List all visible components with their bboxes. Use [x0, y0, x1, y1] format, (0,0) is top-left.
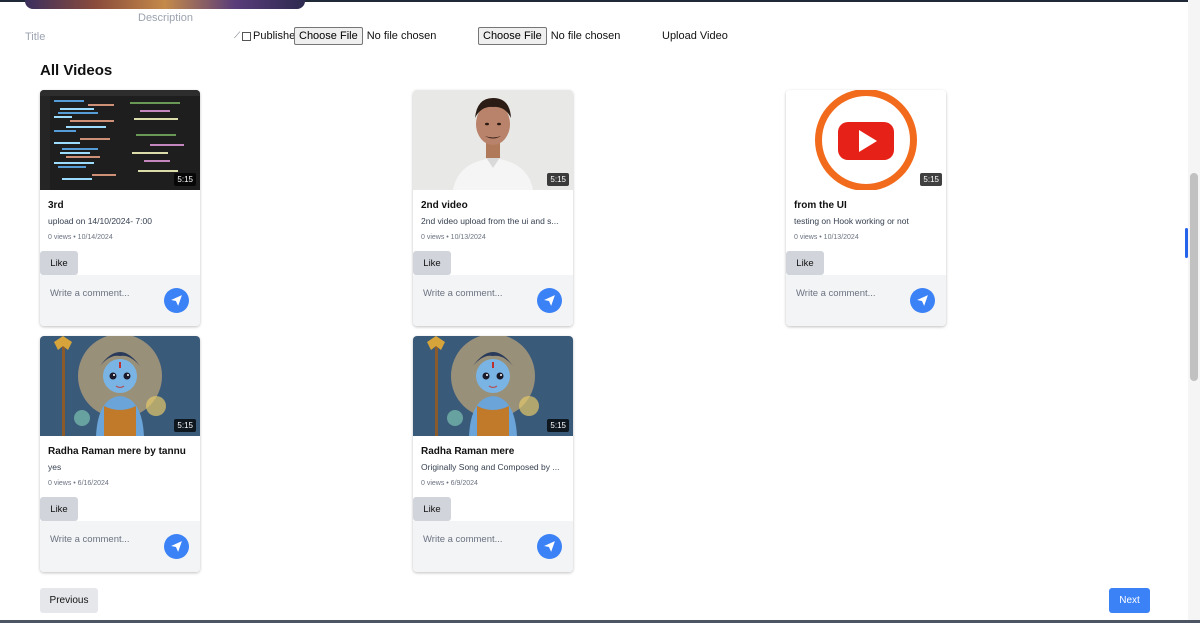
section-title: All Videos — [40, 62, 113, 79]
send-comment-button[interactable] — [537, 288, 562, 313]
video-meta: 0 views • 10/13/2024 — [421, 234, 486, 241]
video-card[interactable]: 5:15 Radha Raman mere Originally Song an… — [413, 336, 573, 572]
video-file-input[interactable]: Choose File No file chosen — [478, 27, 620, 45]
choose-video-button[interactable]: Choose File — [478, 27, 547, 45]
duration-badge: 5:15 — [547, 173, 569, 186]
comment-box: Write a comment... — [413, 521, 573, 572]
comment-input[interactable]: Write a comment... — [50, 288, 130, 299]
video-thumbnail[interactable]: 5:15 — [40, 90, 200, 190]
video-file-status: No file chosen — [550, 30, 621, 42]
send-icon — [171, 295, 182, 306]
video-card[interactable]: 5:15 Radha Raman mere by tannu yes 0 vie… — [40, 336, 200, 572]
banner-image — [25, 0, 305, 9]
duration-badge: 5:15 — [174, 173, 196, 186]
send-icon — [917, 295, 928, 306]
comment-box: Write a comment... — [40, 275, 200, 326]
send-comment-button[interactable] — [910, 288, 935, 313]
next-page-button[interactable]: Next — [1109, 588, 1150, 613]
comment-input[interactable]: Write a comment... — [423, 534, 503, 545]
video-thumbnail[interactable]: 5:15 — [413, 336, 573, 436]
send-comment-button[interactable] — [537, 534, 562, 559]
video-description: testing on Hook working or not — [794, 216, 909, 226]
video-card[interactable]: 5:15 from the UI testing on Hook working… — [786, 90, 946, 326]
send-comment-button[interactable] — [164, 534, 189, 559]
scrollbar-thumb[interactable] — [1190, 173, 1198, 381]
video-thumbnail[interactable]: 5:15 — [40, 336, 200, 436]
title-input[interactable]: Title — [25, 31, 45, 43]
video-title[interactable]: 3rd — [48, 200, 64, 211]
video-meta: 0 views • 10/14/2024 — [48, 234, 113, 241]
video-title[interactable]: Radha Raman mere by tannu — [48, 446, 186, 457]
video-title[interactable]: Radha Raman mere — [421, 446, 514, 457]
comment-box: Write a comment... — [786, 275, 946, 326]
send-icon — [171, 541, 182, 552]
thumbnail-file-input[interactable]: Choose File No file chosen — [294, 27, 436, 45]
send-comment-button[interactable] — [164, 288, 189, 313]
comment-input[interactable]: Write a comment... — [50, 534, 130, 545]
video-card[interactable]: 5:15 2nd video 2nd video upload from the… — [413, 90, 573, 326]
duration-badge: 5:15 — [174, 419, 196, 432]
video-description: 2nd video upload from the ui and s... — [421, 216, 559, 226]
previous-page-button[interactable]: Previous — [40, 588, 98, 613]
video-meta: 0 views • 6/9/2024 — [421, 480, 478, 487]
send-icon — [544, 541, 555, 552]
video-thumbnail[interactable]: 5:15 — [413, 90, 573, 190]
video-card[interactable]: 5:15 3rd upload on 14/10/2024- 7:00 0 vi… — [40, 90, 200, 326]
upload-video-button[interactable]: Upload Video — [662, 30, 728, 42]
video-title[interactable]: 2nd video — [421, 200, 468, 211]
video-meta: 0 views • 10/13/2024 — [794, 234, 859, 241]
duration-badge: 5:15 — [920, 173, 942, 186]
video-description: yes — [48, 462, 62, 472]
textarea-resize-icon[interactable]: ⟋ — [234, 30, 240, 41]
like-button[interactable]: Like — [413, 251, 451, 275]
thumbnail-file-status: No file chosen — [366, 30, 437, 42]
send-icon — [544, 295, 555, 306]
video-description: Originally Song and Composed by ... — [421, 462, 560, 472]
comment-box: Write a comment... — [40, 521, 200, 572]
comment-input[interactable]: Write a comment... — [796, 288, 876, 299]
like-button[interactable]: Like — [786, 251, 824, 275]
video-title[interactable]: from the UI — [794, 200, 847, 211]
duration-badge: 5:15 — [547, 419, 569, 432]
like-button[interactable]: Like — [40, 497, 78, 521]
video-meta: 0 views • 6/16/2024 — [48, 480, 109, 487]
video-thumbnail[interactable]: 5:15 — [786, 90, 946, 190]
comment-box: Write a comment... — [413, 275, 573, 326]
comment-input[interactable]: Write a comment... — [423, 288, 503, 299]
description-input[interactable]: Description — [138, 12, 193, 24]
choose-thumbnail-button[interactable]: Choose File — [294, 27, 363, 45]
checkbox-box[interactable] — [242, 31, 251, 41]
video-description: upload on 14/10/2024- 7:00 — [48, 216, 152, 226]
published-checkbox[interactable]: Published — [242, 30, 301, 42]
like-button[interactable]: Like — [413, 497, 451, 521]
scroll-marker — [1185, 228, 1188, 258]
like-button[interactable]: Like — [40, 251, 78, 275]
